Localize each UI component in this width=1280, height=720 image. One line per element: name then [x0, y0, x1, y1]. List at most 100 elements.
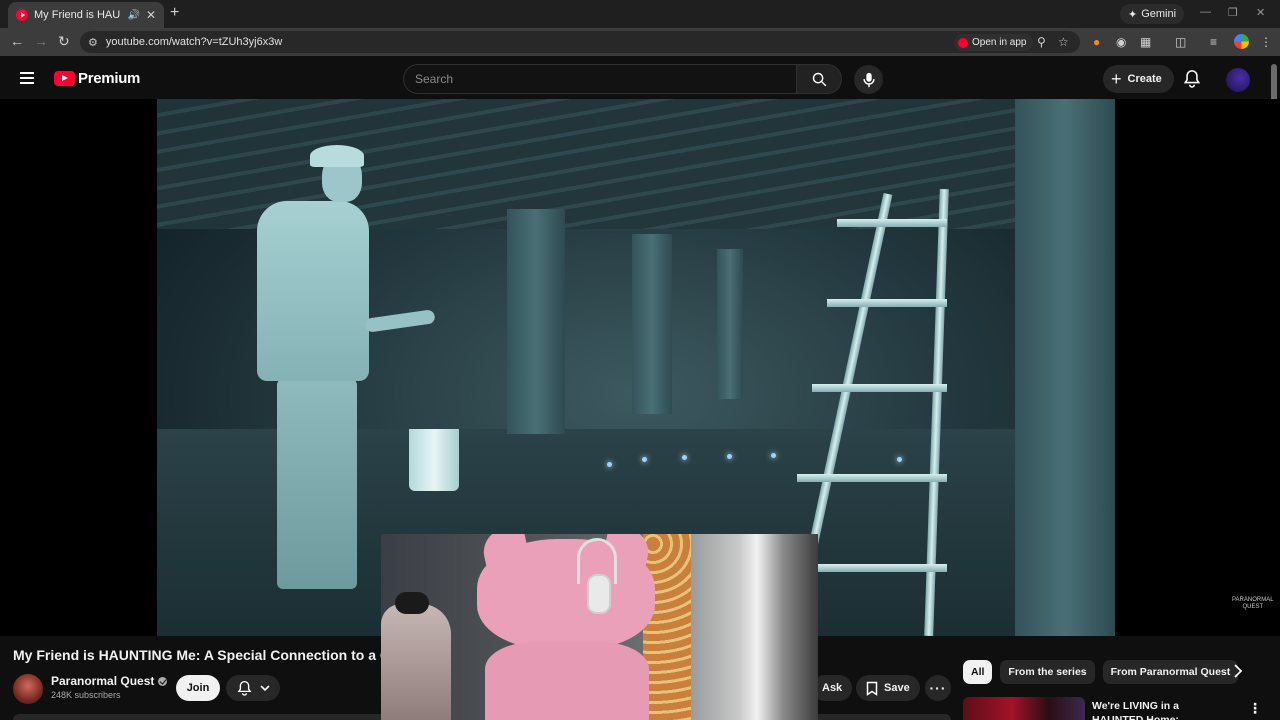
chip-from-the-series[interactable]: From the series	[1000, 660, 1095, 684]
search-button[interactable]	[796, 64, 842, 94]
youtube-premium-logo[interactable]: Premium	[54, 70, 140, 87]
floor-light	[727, 454, 732, 459]
headphone-cup	[587, 574, 611, 614]
bell-icon[interactable]	[1183, 69, 1201, 88]
youtube-favicon-icon	[16, 9, 28, 21]
browser-tabstrip: My Friend is HAUNTING Me: A Special Conn…	[0, 0, 1280, 28]
search-input[interactable]	[415, 72, 796, 86]
browser-profile-avatar[interactable]	[1234, 34, 1249, 49]
clothes-pile	[381, 604, 451, 720]
person-cap	[310, 145, 364, 167]
bucket	[409, 429, 459, 491]
search-box[interactable]	[403, 64, 797, 94]
join-button[interactable]: Join	[176, 675, 220, 701]
related-filter-chips: All From the series From Paranormal Ques…	[963, 660, 1239, 684]
save-label: Save	[884, 682, 910, 694]
back-icon[interactable]: ←	[10, 33, 24, 49]
gemini-button[interactable]: ✦ Gemini	[1120, 4, 1185, 24]
extension-icon[interactable]: ◉	[1116, 35, 1126, 49]
youtube-app-icon	[958, 37, 968, 48]
mic-icon	[862, 72, 875, 87]
recommendation-menu-icon[interactable]: ⋮	[1248, 700, 1262, 717]
floor-light	[642, 457, 647, 462]
chip-from-channel[interactable]: From Paranormal Quest	[1102, 660, 1239, 684]
channel-name[interactable]: Paranormal Quest	[51, 674, 154, 688]
create-label: Create	[1127, 73, 1162, 85]
person-arm	[364, 309, 436, 333]
menu-icon[interactable]	[20, 72, 34, 84]
microphone	[395, 592, 429, 614]
ladder-rung	[812, 384, 947, 392]
voice-search-button[interactable]	[854, 65, 883, 94]
gemini-label: Gemini	[1141, 8, 1177, 20]
address-bar[interactable]: ⚙ youtube.com/watch?v=tZUh3yj6x3w	[80, 31, 1080, 53]
search-icon	[812, 72, 826, 86]
create-button[interactable]: + Create	[1103, 65, 1174, 93]
ladder-rung	[797, 474, 947, 482]
user-avatar[interactable]	[1226, 68, 1250, 92]
cast-icon[interactable]: ◫	[1175, 35, 1186, 49]
minimize-icon[interactable]: —	[1200, 6, 1211, 18]
site-info-icon[interactable]: ⚙	[88, 36, 98, 49]
reload-icon[interactable]: ↻	[58, 33, 70, 50]
more-icon: ···	[929, 680, 947, 696]
zoom-icon[interactable]: ⚲	[1037, 35, 1046, 49]
recommendation-thumbnail[interactable]	[963, 697, 1085, 720]
brick-pillar	[507, 209, 565, 434]
open-in-app-button[interactable]: Open in app	[954, 34, 1033, 51]
recommendation-title[interactable]: We're LIVING in a HAUNTED Home: Paranorm…	[1092, 699, 1232, 720]
open-in-app-label: Open in app	[972, 37, 1027, 48]
ask-label: Ask	[822, 682, 843, 694]
youtube-logo-icon	[54, 71, 75, 86]
verified-icon	[158, 676, 168, 686]
watermark-line: PARANORMAL	[1232, 597, 1274, 603]
giraffe-plush	[643, 534, 691, 720]
ask-button[interactable]: Ask	[812, 675, 853, 701]
close-window-icon[interactable]: ✕	[1256, 6, 1265, 19]
restore-icon[interactable]: ❐	[1228, 6, 1238, 19]
brick-pillar	[632, 234, 672, 414]
playlist-icon[interactable]: ≡	[1210, 35, 1217, 49]
close-tab-icon[interactable]: ✕	[146, 8, 156, 22]
pink-cat-plush-body	[485, 642, 649, 720]
bell-icon	[237, 680, 251, 696]
browser-tab[interactable]: My Friend is HAUNTING Me: A Special Conn…	[8, 2, 164, 28]
pink-cat-plush-head	[477, 539, 655, 649]
browser-toolbar: ← → ↻ ⚙ youtube.com/watch?v=tZUh3yj6x3w …	[0, 28, 1280, 56]
chevron-right-icon[interactable]	[1233, 664, 1243, 678]
save-button[interactable]: Save	[856, 675, 920, 701]
extensions-icon[interactable]: ▦	[1140, 35, 1151, 49]
brand-label: Premium	[78, 70, 141, 87]
channel-watermark[interactable]: PARANORMAL QUEST	[1232, 597, 1274, 611]
chip-all[interactable]: All	[963, 660, 993, 684]
sparkle-icon: ✦	[1128, 8, 1138, 21]
youtube-masthead: Premium + Create	[0, 56, 1280, 100]
floor-light	[682, 455, 687, 460]
brick-wall	[1015, 99, 1115, 636]
extension-fox-icon[interactable]: ●	[1093, 35, 1100, 49]
star-icon[interactable]: ☆	[1058, 35, 1069, 49]
wood-post	[717, 249, 743, 399]
channel-avatar[interactable]	[13, 674, 43, 704]
more-actions-button[interactable]: ···	[925, 675, 951, 701]
floor-light	[771, 453, 776, 458]
channel-name-row[interactable]: Paranormal Quest	[51, 674, 168, 688]
ladder-rung	[837, 219, 947, 227]
subscription-bell-button[interactable]	[226, 675, 280, 701]
speaker-icon[interactable]: 🔊	[127, 10, 139, 21]
url-text: youtube.com/watch?v=tZUh3yj6x3w	[105, 36, 283, 48]
floor-light	[897, 457, 902, 462]
chevron-down-icon	[259, 684, 270, 691]
new-tab-button[interactable]: +	[170, 4, 179, 22]
person-legs	[277, 379, 357, 589]
subscriber-count: 248K subscribers	[51, 690, 121, 700]
browser-menu-icon[interactable]: ⋮	[1260, 35, 1272, 49]
video-title: My Friend is HAUNTING Me: A Special Conn…	[13, 647, 391, 663]
forward-icon[interactable]: →	[34, 33, 48, 49]
ladder-rung	[827, 299, 947, 307]
floor-light	[607, 462, 612, 467]
plus-icon: +	[1111, 69, 1122, 89]
bookmark-icon	[866, 681, 878, 696]
tab-title: My Friend is HAUNTING Me: A Special Conn…	[34, 9, 121, 21]
webcam-overlay	[381, 534, 818, 720]
